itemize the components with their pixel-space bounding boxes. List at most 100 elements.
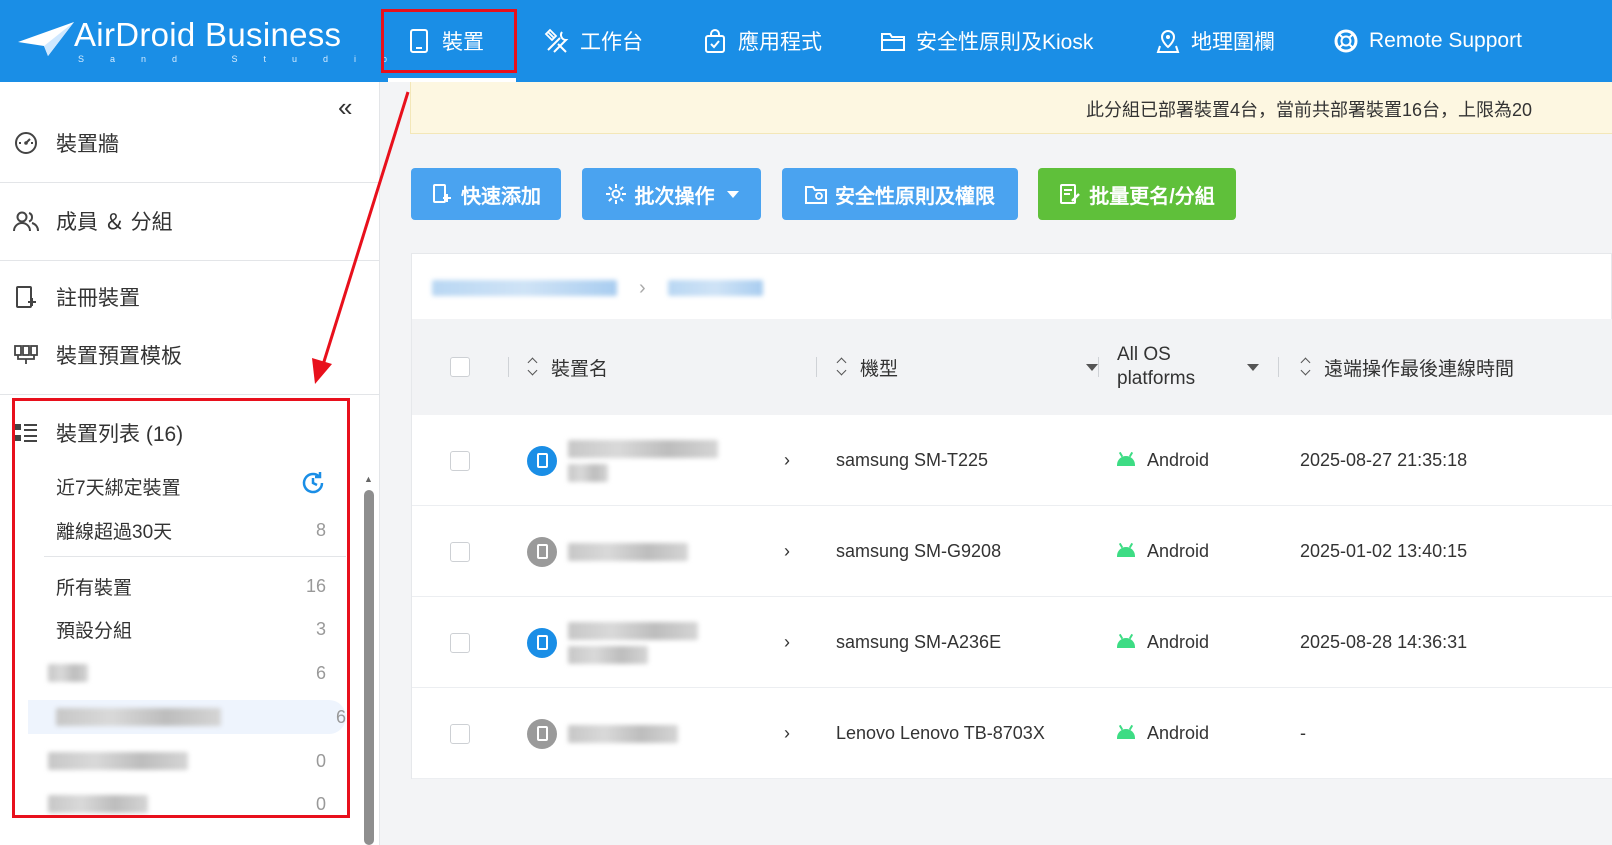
- members-icon: [12, 207, 40, 235]
- blurred-group-name: [48, 752, 188, 770]
- table-row[interactable]: › samsung SM-G9208 Android 2025-01-02 13…: [412, 506, 1612, 597]
- group-all-devices[interactable]: 所有裝置 16: [56, 569, 326, 603]
- button-label: 快速添加: [461, 185, 541, 208]
- last-remote-time: 2025-01-02 13:40:15: [1300, 541, 1468, 561]
- nav-policy-kiosk[interactable]: 安全性原則及Kiosk: [880, 0, 1093, 82]
- table-row[interactable]: › Lenovo Lenovo TB-8703X Android -: [412, 688, 1612, 779]
- nav-label: 應用程式: [738, 31, 822, 54]
- lifebuoy-icon: [1333, 28, 1359, 54]
- chevron-down-icon: [726, 190, 739, 198]
- group-default[interactable]: 預設分組 3: [56, 612, 326, 646]
- sort-icon: [836, 358, 848, 376]
- geofence-icon: [1155, 28, 1181, 54]
- device-name[interactable]: [568, 597, 698, 688]
- blurred-group-name: [48, 795, 148, 813]
- quick-add-button[interactable]: 快速添加: [411, 168, 561, 220]
- paper-plane-icon: [18, 22, 74, 56]
- table-row[interactable]: › samsung SM-A236E Android 2025-08-28 14…: [412, 597, 1612, 688]
- register-device-icon: [12, 283, 40, 311]
- sidebar-item-device-wall[interactable]: 裝置牆: [0, 128, 380, 158]
- sidebar-item-label: 裝置牆: [56, 133, 119, 156]
- button-label: 安全性原則及權限: [835, 185, 995, 208]
- table-header: 裝置名 機型 All OS platforms 遠端操作最後連線時間: [412, 319, 1612, 415]
- row-checkbox[interactable]: [450, 415, 470, 506]
- row-checkbox[interactable]: [450, 597, 470, 688]
- select-all-checkbox[interactable]: [450, 319, 470, 415]
- group-count: 16: [305, 575, 326, 596]
- clock-refresh-icon[interactable]: [300, 470, 326, 502]
- edit-list-icon: [1059, 183, 1081, 205]
- nav-label: 安全性原則及Kiosk: [916, 31, 1094, 54]
- group-selected-blurred[interactable]: 6: [28, 700, 346, 734]
- sidebar-item-members[interactable]: 成員 ＆ 分組: [0, 206, 380, 236]
- batch-operation-button[interactable]: 批次操作: [582, 168, 761, 220]
- security-policy-button[interactable]: 安全性原則及權限: [782, 168, 1018, 220]
- column-label: All OS platforms: [1117, 344, 1196, 389]
- nav-apps[interactable]: 應用程式: [702, 0, 822, 82]
- collapse-sidebar-icon[interactable]: «: [338, 92, 352, 123]
- brand-sub: Sand Studio: [78, 54, 414, 64]
- divider: [0, 182, 380, 183]
- sidebar-item-label: 註冊裝置: [56, 287, 140, 310]
- os-label: Android: [1147, 450, 1210, 470]
- device-name[interactable]: [568, 506, 688, 597]
- group-recent-7-days[interactable]: 近7天綁定裝置: [56, 469, 326, 503]
- group-count: 6: [315, 662, 326, 683]
- chevron-right-icon[interactable]: ›: [784, 597, 790, 688]
- scroll-up-arrow[interactable]: ▲: [364, 474, 373, 484]
- sidebar-item-device-template[interactable]: 裝置預置模板: [0, 340, 380, 370]
- column-label: 裝置名: [551, 358, 609, 380]
- chevron-right-icon[interactable]: ›: [784, 688, 790, 779]
- chevron-right-icon[interactable]: ›: [784, 506, 790, 597]
- divider: [0, 394, 380, 395]
- row-checkbox[interactable]: [450, 688, 470, 779]
- group-blurred[interactable]: 0: [48, 787, 326, 821]
- android-icon: [1117, 637, 1135, 648]
- row-checkbox[interactable]: [450, 506, 470, 597]
- group-count: 8: [315, 519, 326, 540]
- device-status-icon: [527, 415, 557, 506]
- device-name[interactable]: [568, 415, 718, 506]
- sidebar-item-label: 成員 ＆ 分組: [56, 211, 173, 234]
- device-status-icon: [527, 506, 557, 597]
- top-nav-bar: AirDroid Business Sand Studio 裝置 工作台 應用程…: [0, 0, 1612, 82]
- filter-dropdown-icon[interactable]: [1086, 363, 1098, 371]
- device-status-icon: [527, 688, 557, 779]
- group-blurred[interactable]: 6: [48, 656, 326, 690]
- device-name[interactable]: [568, 688, 678, 779]
- last-remote-time: -: [1300, 723, 1306, 743]
- os-label: Android: [1147, 541, 1210, 561]
- column-last-remote-time[interactable]: 遠端操作最後連線時間: [1300, 319, 1514, 415]
- nav-geofence[interactable]: 地理圍欄: [1155, 0, 1275, 82]
- column-label: 遠端操作最後連線時間: [1324, 358, 1515, 380]
- sidebar-scrollbar[interactable]: [364, 490, 374, 845]
- device-table-panel: › 裝置名 機型 All OS platforms 遠端操作最後連線時間 › s…: [411, 253, 1612, 779]
- column-os-platform[interactable]: All OS platforms: [1117, 319, 1259, 415]
- column-device-name[interactable]: 裝置名: [527, 319, 608, 415]
- group-count: 0: [315, 750, 326, 771]
- group-label: 所有裝置: [56, 577, 133, 599]
- device-list-title[interactable]: 裝置列表 (16): [0, 418, 380, 448]
- nav-workbench[interactable]: 工作台: [544, 0, 643, 82]
- nav-label: 工作台: [580, 31, 643, 54]
- policy-folder-icon: [805, 183, 827, 205]
- filter-dropdown-icon[interactable]: [1247, 363, 1259, 371]
- tools-icon: [544, 28, 570, 54]
- add-device-icon: [431, 183, 453, 205]
- breadcrumb-item[interactable]: [667, 280, 763, 296]
- group-offline-30-days[interactable]: 離線超過30天 8: [56, 513, 326, 547]
- airdroid-logo[interactable]: AirDroid Business Sand Studio: [18, 12, 387, 68]
- group-blurred[interactable]: 0: [48, 744, 326, 778]
- android-icon: [1117, 455, 1135, 466]
- batch-rename-button[interactable]: 批量更名/分組: [1038, 168, 1236, 220]
- column-divider: [1278, 357, 1279, 377]
- dashboard-icon: [12, 129, 40, 157]
- breadcrumb-item[interactable]: [432, 280, 617, 296]
- android-icon: [1117, 728, 1135, 739]
- column-model[interactable]: 機型: [836, 319, 1098, 415]
- sidebar-item-register-device[interactable]: 註冊裝置: [0, 282, 380, 312]
- highlight-box-devices: [381, 9, 517, 73]
- chevron-right-icon[interactable]: ›: [784, 415, 790, 506]
- nav-remote-support[interactable]: Remote Support: [1333, 0, 1522, 82]
- table-row[interactable]: › samsung SM-T225 Android 2025-08-27 21:…: [412, 415, 1612, 506]
